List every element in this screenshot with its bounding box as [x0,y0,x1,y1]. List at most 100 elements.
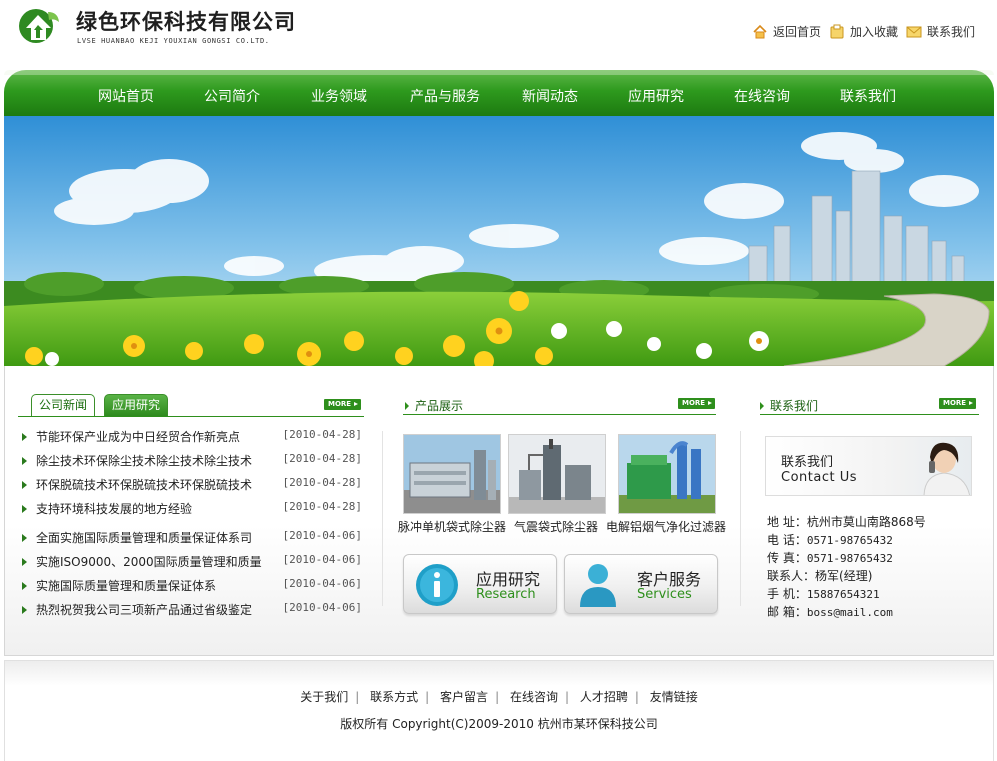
product-image[interactable] [508,434,606,514]
research-sublabel: Research [476,587,536,602]
news-item[interactable]: 热烈祝贺我公司三项新产品通过省级鉴定 [2010-04-06] [22,599,367,621]
products-more-button[interactable]: MORE [678,398,715,409]
top-links: 返回首页 加入收藏 联系我们 [752,23,975,40]
home-icon [753,24,767,38]
footer-link-friends[interactable]: 友情链接 [650,690,698,704]
contact-link-label: 联系我们 [926,25,975,39]
news-date: [2010-04-06] [282,601,362,614]
news-date: [2010-04-28] [282,452,362,465]
bullet-icon [22,505,27,513]
news-title: 全面实施国际质量管理和质量保证体系司 [36,531,253,545]
footer-link-consult[interactable]: 在线咨询 [510,690,558,704]
footer-link-about[interactable]: 关于我们 [300,690,348,704]
news-item[interactable]: 实施国际质量管理和质量保证体系 [2010-04-06] [22,575,367,597]
news-title: 实施ISO9000、2000国际质量管理和质量 [36,555,262,569]
banner-image [4,116,994,366]
nav-item-about[interactable]: 公司简介 [204,86,260,106]
research-button[interactable]: 应用研究 Research [403,554,557,614]
product-image[interactable] [403,434,501,514]
product-photo [404,435,500,513]
bullet-icon [22,457,27,465]
product-caption[interactable]: 电解铝烟气净化过滤器 [606,518,726,535]
contact-email: 邮 箱：boss@mail.com [767,605,893,619]
news-title: 实施国际质量管理和质量保证体系 [36,579,217,593]
contact-banner-cn: 联系我们 [781,455,834,470]
contact-person: 联系人：杨军(经理) [767,569,873,583]
nav-item-contact[interactable]: 联系我们 [840,86,896,106]
news-item[interactable]: 支持环境科技发展的地方经验 [2010-04-28] [22,498,367,520]
mail-icon [906,26,922,37]
info-icon [416,564,458,606]
tab-research[interactable]: 应用研究 [104,394,169,416]
news-title: 环保脱硫技术环保脱硫技术环保脱硫技术 [36,478,253,492]
footer-links: 关于我们 | 联系方式 | 客户留言 | 在线咨询 | 人才招聘 | 友情链接 [300,690,698,704]
product-caption[interactable]: 脉冲单机袋式除尘器 [398,518,506,535]
nav-item-research[interactable]: 应用研究 [628,86,684,106]
news-title: 除尘技术环保除尘技术除尘技术除尘技术 [36,454,253,468]
contact-phone: 电 话：0571-98765432 [767,533,893,547]
services-button[interactable]: 客户服务 Services [564,554,718,614]
product-image[interactable] [618,434,716,514]
news-item[interactable]: 节能环保产业成为中日经贸合作新亮点 [2010-04-28] [22,426,367,448]
contact-fax: 传 真：0571-98765432 [767,551,893,565]
bullet-icon [22,433,27,441]
contact-banner: 联系我们 Contact Us [765,436,972,496]
site-subtitle: LVSE HUANBAO KEJI YOUXIAN GONGSI CO.LTD. [77,37,270,45]
news-more-button[interactable]: MORE [324,399,361,410]
service-agent-image [923,442,971,495]
contact-divider [760,414,979,415]
footer-link-message[interactable]: 客户留言 [440,690,488,704]
footer: 关于我们 | 联系方式 | 客户留言 | 在线咨询 | 人才招聘 | 友情链接 版权所有 … [4,660,994,761]
services-sublabel: Services [637,587,692,602]
bullet-icon [22,606,27,614]
favorite-link-label: 加入收藏 [849,25,898,39]
product-photo [619,435,715,513]
nav-item-products[interactable]: 产品与服务 [410,86,480,106]
site-title: 绿色环保科技有限公司 [76,10,296,34]
news-title: 热烈祝贺我公司三项新产品通过省级鉴定 [36,603,253,617]
contact-more-button[interactable]: MORE [939,398,976,409]
news-date: [2010-04-28] [282,476,362,489]
header: 绿色环保科技有限公司 LVSE HUANBAO KEJI YOUXIAN GON… [0,0,997,70]
hero-banner [4,116,994,366]
contact-heading: 联系我们 [760,397,818,414]
news-item[interactable]: 环保脱硫技术环保脱硫技术环保脱硫技术 [2010-04-28] [22,474,367,496]
news-title: 支持环境科技发展的地方经验 [36,502,193,516]
bullet-icon [22,534,27,542]
products-divider [403,414,716,415]
footer-link-jobs[interactable]: 人才招聘 [580,690,628,704]
contact-link[interactable]: 联系我们 [906,23,975,40]
news-date: [2010-04-06] [282,577,362,590]
products-heading: 产品展示 [405,397,463,414]
home-link[interactable]: 返回首页 [752,23,821,40]
news-date: [2010-04-06] [282,553,362,566]
contact-mobile: 手 机：15887654321 [767,587,880,601]
contact-banner-en: Contact Us [781,470,857,485]
news-date: [2010-04-06] [282,529,362,542]
news-item[interactable]: 实施ISO9000、2000国际质量管理和质量 [2010-04-06] [22,551,367,573]
nav-item-news[interactable]: 新闻动态 [522,86,578,106]
home-link-label: 返回首页 [772,25,821,39]
nav-item-business[interactable]: 业务领域 [311,86,367,106]
news-title: 节能环保产业成为中日经贸合作新亮点 [36,430,241,444]
bullet-icon [22,582,27,590]
news-item[interactable]: 除尘技术环保除尘技术除尘技术除尘技术 [2010-04-28] [22,450,367,472]
product-caption[interactable]: 气震袋式除尘器 [514,518,598,535]
contact-address: 地 址：杭州市莫山南路868号 [767,515,926,529]
nav-item-home[interactable]: 网站首页 [98,86,154,106]
news-date: [2010-04-28] [282,428,362,441]
news-item[interactable]: 全面实施国际质量管理和质量保证体系司 [2010-04-06] [22,527,367,549]
copyright: 版权所有 Copyright(C)2009-2010 杭州市某环保科技公司 [340,717,658,731]
favorite-link[interactable]: 加入收藏 [829,23,898,40]
news-divider [18,416,364,417]
footer-link-contact[interactable]: 联系方式 [370,690,418,704]
tab-company-news[interactable]: 公司新闻 [31,394,96,416]
main-nav: 网站首页 公司简介 业务领域 产品与服务 新闻动态 应用研究 在线咨询 联系我们 [4,70,994,116]
column-divider [740,431,741,606]
favorite-icon [830,24,844,38]
nav-item-consult[interactable]: 在线咨询 [734,86,790,106]
logo-icon [19,9,59,43]
news-date: [2010-04-28] [282,500,362,513]
user-icon [580,564,616,607]
column-divider [382,431,383,606]
